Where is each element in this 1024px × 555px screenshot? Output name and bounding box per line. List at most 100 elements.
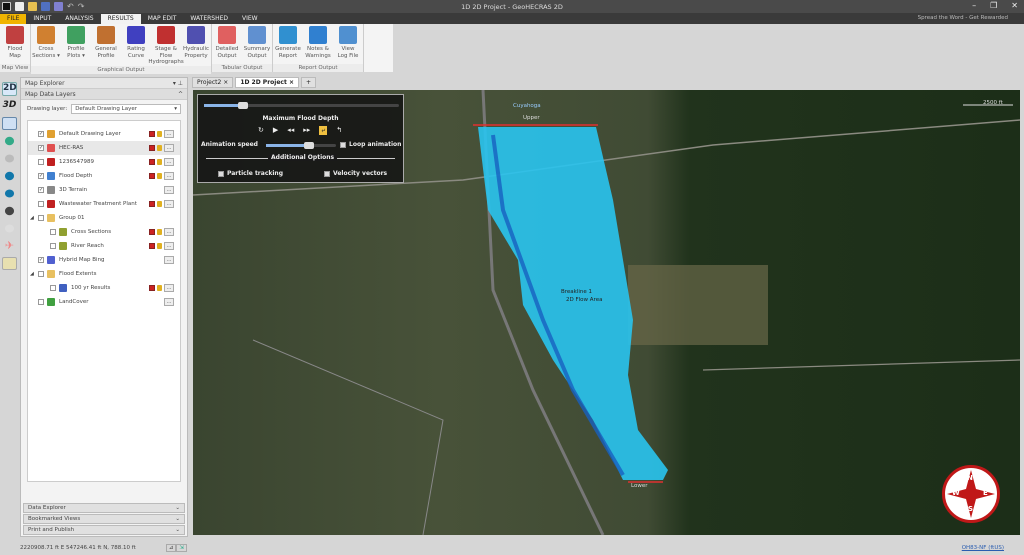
ribbon-button-generate[interactable]: GenerateReport — [273, 24, 303, 64]
rotate-icon[interactable] — [2, 222, 17, 235]
checkbox[interactable] — [324, 171, 330, 177]
tab-file[interactable]: FILE — [0, 14, 26, 24]
layer-options-button[interactable]: … — [164, 200, 174, 208]
layer-item[interactable]: ✓Flood Depth… — [28, 169, 180, 183]
layer-checkbox[interactable] — [50, 285, 56, 291]
measure-icon[interactable]: ⊿ — [166, 544, 177, 552]
layer-checkbox[interactable] — [38, 299, 44, 305]
layer-item[interactable]: 1236547989… — [28, 155, 180, 169]
layer-options-button[interactable]: … — [164, 256, 174, 264]
expand-icon[interactable]: ◢ — [30, 271, 34, 277]
layer-item[interactable]: Cross Sections… — [28, 225, 180, 239]
layer-item[interactable]: 100 yr Results… — [28, 281, 180, 295]
layer-options-button[interactable]: … — [164, 158, 174, 166]
ribbon-button-general[interactable]: GeneralProfile — [91, 24, 121, 66]
layer-checkbox[interactable]: ✓ — [38, 187, 44, 193]
pin-icon[interactable]: ▾ ⊥ — [173, 80, 183, 87]
lock-icon[interactable] — [157, 145, 162, 151]
checkbox[interactable] — [340, 142, 346, 148]
layer-checkbox[interactable]: ✓ — [38, 173, 44, 179]
layer-checkbox[interactable] — [38, 215, 44, 221]
zoom-extents-icon[interactable] — [2, 187, 17, 200]
measure-icon[interactable] — [2, 257, 17, 271]
fast-forward-icon[interactable]: ▸▸ — [303, 126, 310, 135]
tab-project2[interactable]: Project2 × — [192, 77, 233, 88]
color-swatch[interactable] — [149, 229, 155, 235]
layer-item[interactable]: ✓3D Terrain… — [28, 183, 180, 197]
close-button[interactable]: ✕ — [1011, 1, 1018, 10]
layer-checkbox[interactable]: ✓ — [38, 257, 44, 263]
tab-analysis[interactable]: ANALYSIS — [58, 14, 100, 24]
speed-slider[interactable] — [266, 144, 336, 147]
ribbon-button-notes-[interactable]: Notes &Warnings — [303, 24, 333, 64]
color-swatch[interactable] — [149, 243, 155, 249]
rewind-icon[interactable]: ◂◂ — [287, 126, 294, 135]
color-swatch[interactable] — [149, 173, 155, 179]
ribbon-button-hydraulic[interactable]: HydraulicProperty — [181, 24, 211, 66]
collapsed-panel[interactable]: Data Explorer⌄ — [23, 503, 185, 513]
ribbon-button-detailed[interactable]: DetailedOutput — [212, 24, 242, 64]
layer-item[interactable]: River Reach… — [28, 239, 180, 253]
ribbon-button-view[interactable]: ViewLog File — [333, 24, 363, 64]
layer-checkbox[interactable] — [38, 271, 44, 277]
lock-icon[interactable] — [157, 229, 162, 235]
reset-icon[interactable]: ↻ — [258, 126, 264, 135]
ribbon-button-stage-flow[interactable]: Stage & FlowHydrographs — [151, 24, 181, 66]
particle-tracking-checkbox[interactable]: Particle tracking — [218, 170, 283, 177]
restore-button[interactable]: ❐ — [990, 1, 997, 10]
collapsed-panel[interactable]: Print and Publish⌄ — [23, 525, 185, 535]
lock-icon[interactable] — [157, 243, 162, 249]
tab-results[interactable]: RESULTS — [101, 14, 141, 24]
color-swatch[interactable] — [149, 131, 155, 137]
timeline-slider[interactable] — [204, 104, 399, 107]
layer-options-button[interactable]: … — [164, 242, 174, 250]
layer-options-button[interactable]: … — [164, 228, 174, 236]
layer-item[interactable]: ◢Flood Extents — [28, 267, 180, 281]
layer-options-button[interactable]: … — [164, 284, 174, 292]
crs-link[interactable]: OH83-NF (ftUS) — [962, 545, 1004, 551]
select-icon[interactable] — [2, 117, 17, 131]
tab-input[interactable]: INPUT — [26, 14, 58, 24]
color-swatch[interactable] — [149, 201, 155, 207]
expand-icon[interactable]: ◢ — [30, 215, 34, 221]
3d-mode-button[interactable]: 3D — [2, 100, 17, 113]
color-swatch[interactable] — [149, 159, 155, 165]
pan-hand-icon[interactable] — [2, 204, 17, 217]
collapse-icon[interactable]: ^ — [178, 91, 183, 98]
layer-options-button[interactable]: … — [164, 144, 174, 152]
layer-checkbox[interactable]: ✓ — [38, 131, 44, 137]
map-view[interactable]: Cuyahoga Upper Lower Breakline 1 2D Flow… — [193, 90, 1020, 535]
ribbon-button-flood[interactable]: FloodMap — [0, 24, 30, 64]
minimize-button[interactable]: – — [972, 1, 976, 10]
layer-checkbox[interactable] — [38, 201, 44, 207]
zoom-in-out-icon[interactable] — [2, 134, 17, 147]
lock-icon[interactable] — [157, 131, 162, 137]
step-icon[interactable]: ⤶ — [319, 126, 327, 135]
tab-map-edit[interactable]: MAP EDIT — [141, 14, 184, 24]
add-tab-button[interactable]: + — [301, 77, 316, 88]
layer-item[interactable]: ✓HEC-RAS… — [28, 141, 180, 155]
loop-checkbox[interactable]: Loop animation — [340, 141, 401, 148]
ribbon-button-cross[interactable]: CrossSections ▾ — [31, 24, 61, 66]
loop-back-icon[interactable]: ↰ — [336, 126, 342, 135]
ribbon-button-summary[interactable]: SummaryOutput — [242, 24, 272, 64]
layer-item[interactable]: ◢Group 01 — [28, 211, 180, 225]
tab-view[interactable]: VIEW — [235, 14, 265, 24]
zoom-previous-icon[interactable] — [2, 169, 17, 182]
ribbon-button-profile[interactable]: ProfilePlots ▾ — [61, 24, 91, 66]
collapsed-panel[interactable]: Bookmarked Views⌄ — [23, 514, 185, 524]
layer-options-button[interactable]: … — [164, 172, 174, 180]
snap-icon[interactable]: ⇲ — [176, 544, 187, 552]
lock-icon[interactable] — [157, 173, 162, 179]
lock-icon[interactable] — [157, 159, 162, 165]
layer-checkbox[interactable] — [38, 159, 44, 165]
checkbox[interactable] — [218, 171, 224, 177]
ribbon-button-rating[interactable]: RatingCurve — [121, 24, 151, 66]
layer-options-button[interactable]: … — [164, 298, 174, 306]
tab-watershed[interactable]: WATERSHED — [183, 14, 235, 24]
drawing-layer-select[interactable]: Default Drawing Layer▾ — [71, 104, 181, 114]
velocity-vectors-checkbox[interactable]: Velocity vectors — [324, 170, 387, 177]
layer-options-button[interactable]: … — [164, 186, 174, 194]
zoom-box-icon[interactable] — [2, 152, 17, 165]
color-swatch[interactable] — [149, 145, 155, 151]
